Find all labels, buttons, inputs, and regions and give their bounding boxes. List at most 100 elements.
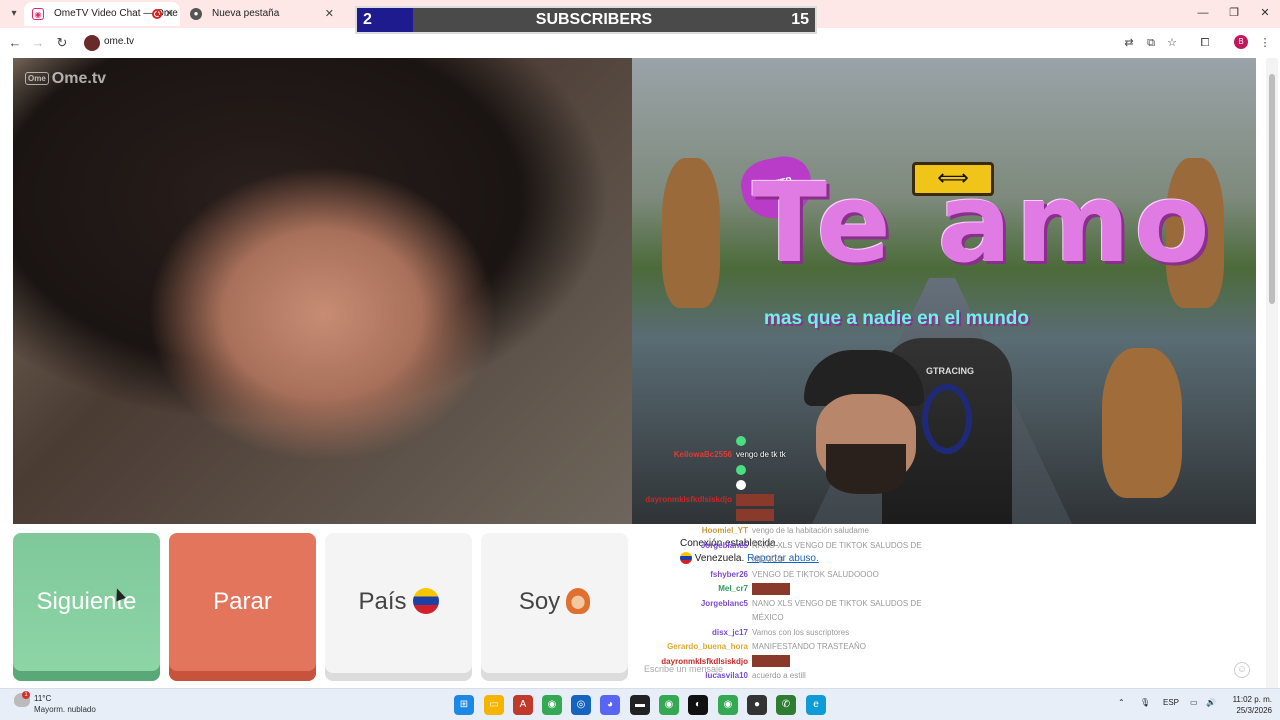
edge-icon[interactable]: e <box>806 695 826 715</box>
overlay-chat-row: KeilowaBc2556 vengo de tk tk <box>626 448 786 461</box>
tab-search-icon[interactable]: ▾ <box>6 6 22 22</box>
subscribers-goal-bar: 2 SUBSCRIBERS 15 <box>355 6 817 34</box>
chat-row: Jorgeblanc5 NANO XLS VENGO DE TIKTOK SALU… <box>602 597 922 610</box>
close-window-icon[interactable]: ✕ <box>1258 6 1272 20</box>
restore-icon[interactable]: ❐ <box>1227 6 1241 20</box>
chat-message: MÉXICO <box>752 555 784 564</box>
next-button[interactable]: Siguiente <box>13 533 160 681</box>
chat-row: Mel_cr7 <box>602 582 790 595</box>
extensions-icon[interactable]: ⧠ <box>1197 35 1213 51</box>
terminal-icon[interactable]: ▬ <box>630 695 650 715</box>
subscribers-count: 2 <box>357 8 413 32</box>
headline-text: Te amo <box>752 159 1214 287</box>
chat-username[interactable]: Hoomiel_YT <box>602 524 752 537</box>
chat-row: Hoomiel_YT vengo de la habitación saludam… <box>602 524 869 537</box>
country-button[interactable]: País <box>325 533 472 681</box>
emote-icon <box>736 435 746 446</box>
language-indicator[interactable]: ESP <box>1163 698 1179 707</box>
weather-desc[interactable]: Mayorm. nublado <box>34 705 96 714</box>
minimize-icon[interactable]: — <box>1196 6 1210 20</box>
weather-temp[interactable]: 11°C <box>34 694 51 703</box>
chat-username[interactable]: Jorgeblanc5 <box>602 597 752 610</box>
chat-username[interactable]: Jorgeblanc5 <box>602 539 752 552</box>
chat-row: Jorgeblanc5 NANO XLS VENGO DE TIKTOK SALU… <box>602 539 922 552</box>
emoji-picker-icon[interactable]: ☺ <box>1234 662 1250 678</box>
microphone-icon[interactable]: 🎙 <box>1140 698 1150 707</box>
chat-message: vengo de la habitación saludame <box>752 526 869 535</box>
back-icon[interactable]: ← <box>7 35 23 51</box>
file-explorer-icon[interactable]: ▭ <box>484 695 504 715</box>
reload-icon[interactable]: ↻ <box>54 35 70 51</box>
url-text[interactable]: ome.tv <box>104 36 134 47</box>
chrome-icon[interactable]: ◉ <box>542 695 562 715</box>
streamer <box>792 344 1032 524</box>
country-label: País <box>358 588 407 615</box>
obs-icon[interactable]: ● <box>747 695 767 715</box>
overlay-chat-user: dayronmklsfkdlsiskdjo <box>645 495 732 504</box>
ometv-page: Ome Ome.tv TUFTP ⟺ Te amo mas que a nadie… <box>0 58 1280 688</box>
chat-message: NANO XLS VENGO DE TIKTOK SALUDOS DE <box>752 598 922 608</box>
overlay-chat-row <box>626 434 746 447</box>
beard <box>826 444 906 494</box>
site-info-icon[interactable] <box>84 35 100 51</box>
clock-date: 25/3/2026 <box>1236 706 1272 715</box>
omnibox[interactable]: ome.tv <box>80 32 1100 54</box>
close-tab-icon[interactable]: ✕ <box>165 2 174 26</box>
tab-new[interactable]: ● Nueva pestaña ✕ <box>182 2 340 26</box>
network-icon[interactable]: ▭ <box>1190 698 1198 707</box>
overlay-chat-row <box>626 478 746 491</box>
menu-icon[interactable]: ⋮ <box>1257 35 1273 51</box>
overlay-chat-row <box>626 508 774 521</box>
chat-row: fshyber26 VENGO DE TIKTOK SALUDOOOO <box>602 568 879 581</box>
chat-row: disx_jc17 Vamos con los suscriptores <box>602 626 849 639</box>
headset-icon <box>922 384 972 454</box>
stop-button[interactable]: Parar <box>169 533 316 681</box>
chat-panel: Conexión establecida. Venezuela. Reporta… <box>632 524 1256 688</box>
translate-icon[interactable]: ⇄ <box>1121 35 1137 51</box>
overlay-chat-row: dayronmklsfkdlsiskdjo <box>626 493 774 506</box>
acrobat-icon[interactable]: A <box>513 695 533 715</box>
ometv-logo-badge: Ome <box>25 72 49 86</box>
discord-icon[interactable]: ◕ <box>600 695 620 715</box>
own-stream-video: TUFTP ⟺ Te amo mas que a nadie en el mun… <box>632 58 1256 524</box>
forward-icon[interactable]: → <box>30 35 46 51</box>
chat-row: MÉXICO <box>602 553 784 566</box>
overlay-chat-user: KeilowaBc2556 <box>673 450 732 459</box>
partner-video: Ome Ome.tv <box>13 58 632 524</box>
chat-image <box>752 582 790 595</box>
chat-username[interactable]: Mel_cr7 <box>602 582 752 595</box>
volume-icon[interactable]: 🔊 <box>1206 698 1216 707</box>
whatsapp-icon[interactable]: ✆ <box>776 695 796 715</box>
chrome-active-icon[interactable]: ◉ <box>718 695 738 715</box>
chrome-profile-icon[interactable]: ◉ <box>659 695 679 715</box>
chat-input[interactable]: Escribe un mensaje <box>640 660 1250 678</box>
profile-avatar[interactable]: B <box>1234 35 1248 49</box>
tab-ometv[interactable]: ◉ OmeTV Video Chat — Ome ✕ <box>24 2 180 26</box>
chrome-favicon-icon: ● <box>190 8 202 20</box>
chat-image <box>736 493 774 506</box>
capybara-dancing <box>1102 348 1182 498</box>
subline-text: mas que a nadie en el mundo <box>764 308 1030 329</box>
system-clock[interactable]: 11:02 p. m. 25/3/2026 <box>1222 694 1272 716</box>
close-tab-icon[interactable]: ✕ <box>325 2 334 26</box>
subscribers-goal: 15 <box>791 11 809 28</box>
clock-time: 11:02 p. m. <box>1232 695 1272 704</box>
windows-start-icon[interactable]: ⊞ <box>454 695 474 715</box>
chat-message: MÉXICO <box>752 613 784 622</box>
windows-taskbar: 1 11°C Mayorm. nublado ⊞ ▭ A ◉ ◎ ◕ ▬ ◉ ◐… <box>0 688 1280 720</box>
ometv-logo: Ome Ome.tv <box>25 70 106 88</box>
chat-message: Vamos con los suscriptores <box>752 627 850 637</box>
media-app-icon[interactable]: ◐ <box>688 695 708 715</box>
bookmark-star-icon[interactable]: ☆ <box>1164 35 1180 51</box>
page-scrollbar[interactable] <box>1266 58 1278 688</box>
chat-username[interactable]: fshyber26 <box>602 568 752 581</box>
install-icon[interactable]: ⧉ <box>1143 35 1159 51</box>
tray-chevron-icon[interactable]: ⌃ <box>1118 698 1125 707</box>
overlay-chat-message: vengo de tk tk <box>736 450 786 459</box>
app-icon[interactable]: ◎ <box>571 695 591 715</box>
capybara-left <box>662 158 720 308</box>
notification-badge: 1 <box>22 691 30 699</box>
scroll-thumb[interactable] <box>1269 74 1275 304</box>
chat-username[interactable]: disx_jc17 <box>602 626 752 639</box>
chat-username[interactable]: Gerardo_buena_hora <box>602 640 752 653</box>
